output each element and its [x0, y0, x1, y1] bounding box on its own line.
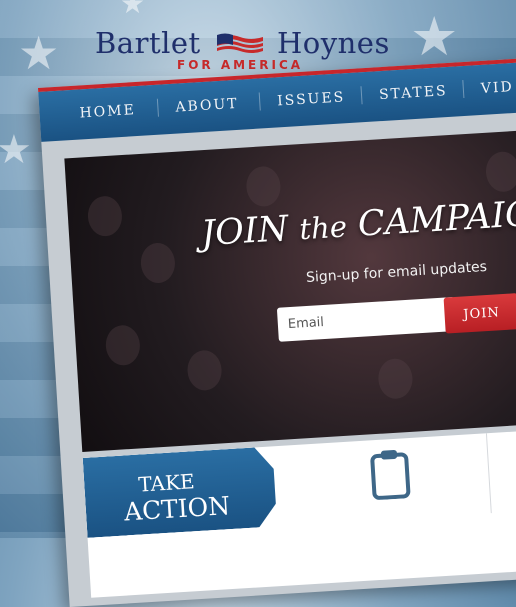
column-divider: [485, 433, 492, 514]
take-action-line1: TAKE: [137, 469, 196, 497]
crowd-figure: [245, 165, 282, 208]
logo-right-name: Hoynes: [277, 26, 390, 60]
nav-item-issues[interactable]: ISSUES: [277, 89, 346, 109]
nav-separator: [360, 86, 363, 105]
nav-separator: [462, 80, 465, 99]
background-star-icon: ★: [120, 0, 146, 20]
crowd-figure: [86, 195, 124, 238]
hero-title-campaign: CAMPAIG: [356, 194, 516, 245]
logo-tagline: FOR AMERICA: [177, 58, 304, 72]
hero-title-join: JOIN: [200, 209, 290, 255]
take-action-line2: ACTION: [123, 491, 231, 527]
nav-item-states[interactable]: STATES: [379, 83, 449, 103]
crowd-figure: [484, 150, 516, 193]
clipboard-icon[interactable]: [369, 448, 412, 500]
crowd-figure: [377, 357, 414, 400]
crowd-figure: [139, 242, 177, 285]
american-flag-icon: [217, 33, 263, 53]
page-frame: HOME ABOUT ISSUES STATES VID JOIN the CA…: [38, 56, 516, 607]
logo-left-name: Bartlet: [95, 26, 201, 60]
hero-title-the: the: [298, 209, 348, 247]
nav-separator: [258, 92, 261, 111]
background-star-icon: ★: [0, 127, 32, 173]
hero-subtitle: Sign-up for email updates: [305, 258, 488, 286]
action-strip: TAKE ACTION: [82, 427, 516, 598]
crowd-figure: [186, 349, 223, 392]
email-input[interactable]: [276, 296, 457, 342]
nav-separator: [156, 98, 159, 117]
take-action-banner[interactable]: TAKE ACTION: [83, 446, 278, 537]
join-campaign-hero: JOIN the CAMPAIG Sign-up for email updat…: [64, 127, 516, 452]
join-button[interactable]: JOIN: [443, 293, 516, 334]
nav-item-home[interactable]: HOME: [79, 102, 136, 121]
nav-item-videos[interactable]: VID: [480, 79, 514, 97]
hero-title: JOIN the CAMPAIG: [200, 194, 516, 254]
crowd-figure: [104, 324, 142, 367]
nav-item-about[interactable]: ABOUT: [175, 96, 239, 116]
